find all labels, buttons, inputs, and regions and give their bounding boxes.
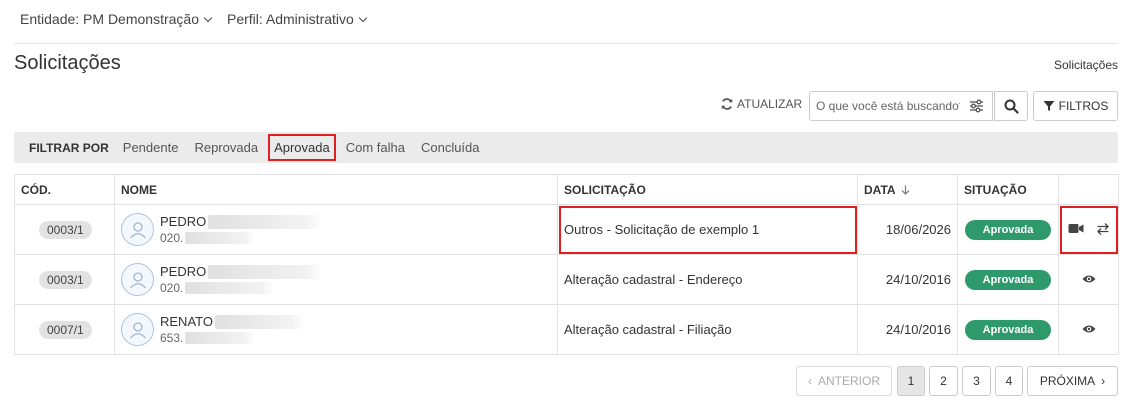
divider — [14, 43, 1118, 44]
chevron-left-icon: ‹ — [807, 374, 812, 388]
eye-icon[interactable] — [1082, 274, 1096, 284]
code-badge: 0003/1 — [39, 270, 92, 289]
user-icon — [129, 221, 146, 238]
redacted-mark — [185, 282, 276, 294]
redacted-mark — [185, 232, 256, 244]
prev-label: ANTERIOR — [817, 374, 880, 388]
status-badge: Aprovada — [965, 219, 1051, 240]
page-3-button[interactable]: 3 — [962, 366, 991, 396]
actions-cell — [1058, 204, 1119, 255]
prev-page-button[interactable]: ‹ ANTERIOR — [796, 366, 892, 396]
refresh-label: ATUALIZAR — [737, 97, 803, 111]
filter-pendente[interactable]: Pendente — [123, 140, 179, 155]
status-badge: Aprovada — [965, 269, 1051, 290]
requests-table: CÓD. NOME SOLICITAÇÃO DATA SITUAÇÃO 0003… — [14, 174, 1119, 355]
actions-cell — [1058, 254, 1119, 305]
col-name[interactable]: NOME — [114, 174, 558, 205]
filter-com-falha[interactable]: Com falha — [346, 140, 405, 155]
table-row[interactable]: 0003/1 PEDRO 020. Outros - Solicitação d… — [14, 204, 1119, 255]
refresh-button[interactable]: ATUALIZAR — [720, 97, 802, 111]
profile-label: Perfil: Administrativo — [226, 11, 354, 27]
table-header: CÓD. NOME SOLICITAÇÃO DATA SITUAÇÃO — [14, 174, 1119, 205]
avatar — [121, 313, 154, 346]
funnel-icon — [1043, 101, 1055, 111]
col-request[interactable]: SOLICITAÇÃO — [557, 174, 858, 205]
col-actions — [1058, 174, 1119, 205]
breadcrumb[interactable]: Solicitações — [1054, 58, 1118, 72]
date-cell: 18/06/2026 — [857, 204, 958, 255]
redacted-mark — [208, 264, 324, 279]
page-2-button[interactable]: 2 — [929, 366, 958, 396]
request-cell: Outros - Solicitação de exemplo 1 — [557, 204, 858, 255]
page-1-button[interactable]: 1 — [897, 366, 925, 396]
redacted-mark — [208, 214, 324, 229]
next-label: PRÓXIMA — [1039, 374, 1096, 388]
date-cell: 24/10/2016 — [857, 304, 958, 355]
chevron-right-icon: › — [1101, 374, 1106, 388]
chevron-down-icon — [358, 13, 368, 22]
status-badge: Aprovada — [965, 319, 1051, 340]
entity-label: Entidade: PM Demonstração — [20, 11, 199, 27]
user-icon — [129, 321, 146, 338]
code-badge: 0003/1 — [39, 220, 92, 239]
page-4-button[interactable]: 4 — [995, 366, 1023, 396]
col-code[interactable]: CÓD. — [14, 174, 115, 205]
status-cell: Aprovada — [957, 204, 1059, 255]
chevron-down-icon — [203, 13, 213, 22]
person-doc: 653. — [160, 331, 184, 345]
eye-icon[interactable] — [1082, 324, 1096, 334]
col-status[interactable]: SITUAÇÃO — [957, 174, 1059, 205]
code-cell: 0003/1 — [14, 204, 115, 255]
search-box — [809, 91, 993, 121]
person-name: RENATO — [160, 314, 213, 329]
request-cell: Alteração cadastral - Endereço — [557, 254, 858, 305]
name-cell: PEDRO 020. — [114, 254, 558, 305]
redacted-mark — [214, 314, 305, 329]
col-date[interactable]: DATA — [857, 174, 958, 205]
filters-label: FILTROS — [1058, 99, 1109, 113]
profile-selector[interactable]: Perfil: Administrativo — [226, 11, 368, 27]
search-icon — [1004, 99, 1019, 114]
filter-reprovada[interactable]: Reprovada — [194, 140, 258, 155]
top-bar: Entidade: PM Demonstração Perfil: Admini… — [20, 11, 368, 27]
search-input[interactable] — [810, 99, 960, 113]
code-badge: 0007/1 — [39, 320, 92, 339]
request-cell: Alteração cadastral - Filiação — [557, 304, 858, 355]
table-row[interactable]: 0003/1 PEDRO 020. Alteração cadastral - … — [14, 254, 1119, 305]
filter-aprovada[interactable]: Aprovada — [268, 134, 336, 161]
name-cell: PEDRO 020. — [114, 204, 558, 255]
entity-selector[interactable]: Entidade: PM Demonstração — [20, 11, 213, 27]
avatar — [121, 213, 154, 246]
filter-concluida[interactable]: Concluída — [421, 140, 480, 155]
filter-bar: FILTRAR POR Pendente Reprovada Aprovada … — [14, 132, 1118, 163]
code-cell: 0007/1 — [14, 304, 115, 355]
user-icon — [129, 271, 146, 288]
redacted-mark — [185, 332, 256, 344]
code-cell: 0003/1 — [14, 254, 115, 305]
sort-down-icon — [902, 185, 910, 195]
sliders-icon[interactable] — [969, 99, 984, 113]
table-row[interactable]: 0007/1 RENATO 653. Alteração cadastral -… — [14, 304, 1119, 355]
refresh-icon — [721, 98, 733, 110]
video-camera-icon[interactable] — [1068, 223, 1084, 234]
person-name: PEDRO — [160, 264, 207, 279]
filter-by-label: FILTRAR POR — [29, 140, 109, 155]
search-button[interactable] — [994, 91, 1028, 121]
filters-button[interactable]: FILTROS — [1033, 91, 1118, 121]
page-title: Solicitações — [14, 52, 121, 74]
next-page-button[interactable]: PRÓXIMA › — [1027, 366, 1118, 396]
status-cell: Aprovada — [957, 254, 1059, 305]
transfer-icon[interactable] — [1096, 222, 1110, 236]
avatar — [121, 263, 154, 296]
person-doc: 020. — [160, 281, 184, 295]
person-name: PEDRO — [160, 214, 207, 229]
person-doc: 020. — [160, 231, 184, 245]
col-date-label: DATA — [864, 182, 896, 197]
status-cell: Aprovada — [957, 304, 1059, 355]
actions-cell — [1058, 304, 1119, 355]
date-cell: 24/10/2016 — [857, 254, 958, 305]
name-cell: RENATO 653. — [114, 304, 558, 355]
